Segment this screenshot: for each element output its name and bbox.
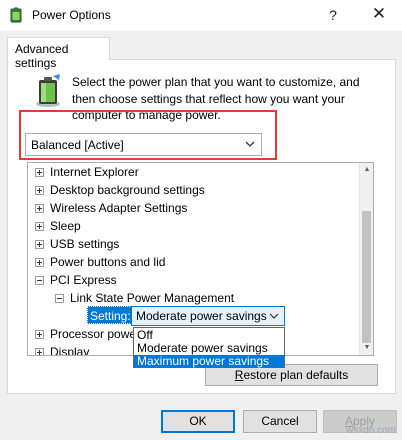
chevron-down-icon (245, 141, 255, 147)
setting-select[interactable]: Moderate power savings (131, 306, 285, 326)
tree-item-label: PCI Express (50, 273, 117, 287)
setting-option-maximum[interactable]: Maximum power savings (134, 355, 284, 368)
instruction-line: then choose settings that reflect how yo… (72, 91, 345, 106)
tree-item-label: Internet Explorer (50, 165, 139, 179)
tree-item-desktop-background[interactable]: Desktop background settings (28, 181, 358, 199)
tree-item-usb-settings[interactable]: USB settings (28, 235, 358, 253)
tab-label: Advanced settings (15, 42, 69, 70)
instruction-line: computer to manage power. (72, 108, 221, 122)
help-button[interactable]: ? (320, 3, 346, 27)
tree-item-label: Desktop background settings (50, 183, 205, 197)
collapse-icon[interactable] (35, 276, 44, 285)
tree-item-label: USB settings (50, 237, 120, 251)
expand-icon[interactable] (35, 222, 44, 231)
expand-icon[interactable] (35, 186, 44, 195)
title-bar: Power Options ? ✕ (0, 0, 402, 31)
tree-item-wireless-adapter[interactable]: Wireless Adapter Settings (28, 199, 358, 217)
tree-item-internet-explorer[interactable]: Internet Explorer (28, 163, 358, 181)
tree-item-power-buttons[interactable]: Power buttons and lid (28, 253, 358, 271)
instruction-text: Select the power plan that you want to c… (72, 74, 372, 124)
expand-icon[interactable] (35, 240, 44, 249)
power-options-dialog: Power Options ? ✕ Advanced settings Sele… (0, 0, 402, 440)
scroll-up-arrow-icon[interactable]: ▲ (360, 163, 373, 177)
ok-button[interactable]: OK (161, 410, 235, 433)
setting-label: Setting: (87, 306, 134, 324)
instruction-line: Select the power plan that you want to c… (72, 75, 360, 89)
tree-item-label: Display (50, 345, 90, 356)
expand-icon[interactable] (35, 330, 44, 339)
expand-icon[interactable] (35, 258, 44, 267)
restore-label: estore plan defaults (243, 368, 349, 382)
tree-item-link-state-power-management[interactable]: Link State Power Management (28, 289, 358, 307)
battery-icon (36, 74, 60, 107)
tab-advanced-settings[interactable]: Advanced settings (7, 37, 110, 70)
expand-icon[interactable] (35, 168, 44, 177)
watermark: wsxdn.com (345, 425, 396, 436)
scroll-thumb[interactable] (362, 211, 371, 343)
tree-item-label: Sleep (50, 219, 81, 233)
tree-item-label: Power buttons and lid (50, 255, 166, 269)
expand-icon[interactable] (35, 348, 44, 355)
collapse-icon[interactable] (55, 294, 64, 303)
tree-scrollbar[interactable]: ▲ ▼ (359, 163, 373, 355)
chevron-down-icon (269, 313, 279, 319)
power-plan-value: Balanced [Active] (31, 138, 124, 152)
close-button[interactable]: ✕ (364, 3, 394, 27)
power-plan-select[interactable]: Balanced [Active] (25, 133, 262, 156)
tree-item-label: Link State Power Management (70, 291, 235, 305)
expand-icon[interactable] (35, 204, 44, 213)
tree-item-sleep[interactable]: Sleep (28, 217, 358, 235)
tree-item-pci-express[interactable]: PCI Express (28, 271, 358, 289)
window-title: Power Options (32, 8, 111, 22)
setting-value: Moderate power savings (136, 309, 267, 323)
setting-options-list[interactable]: Off Moderate power savings Maximum power… (133, 327, 285, 368)
tree-item-label: Wireless Adapter Settings (50, 201, 188, 215)
power-options-icon (10, 7, 22, 23)
cancel-button[interactable]: Cancel (243, 410, 317, 433)
scroll-down-arrow-icon[interactable]: ▼ (360, 341, 373, 355)
